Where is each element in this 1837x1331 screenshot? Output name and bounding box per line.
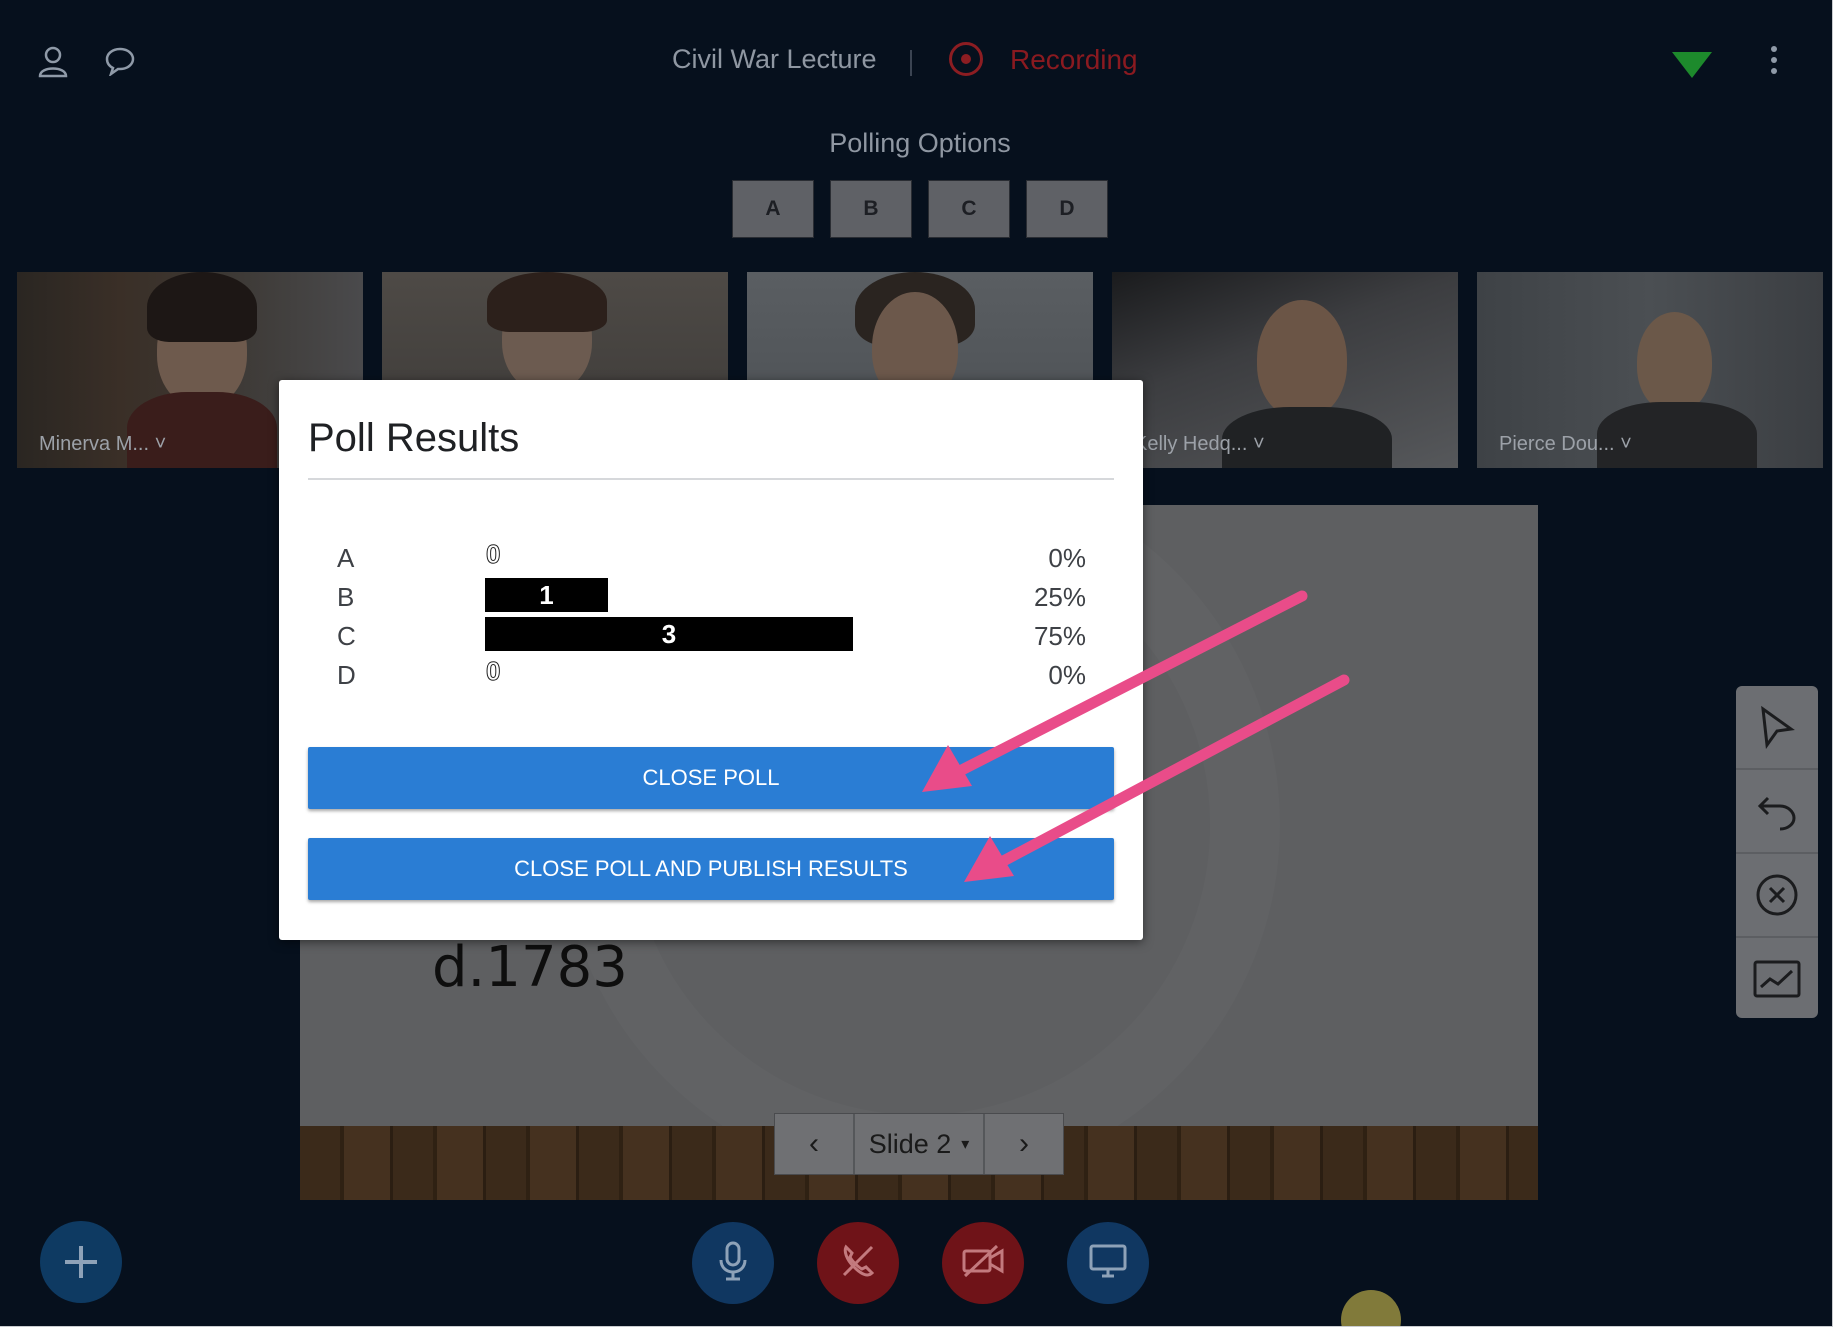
slide-select[interactable]: Slide 2 ▾ xyxy=(853,1114,985,1174)
poll-result-label: C xyxy=(337,621,356,651)
title-divider xyxy=(308,478,1114,480)
record-icon[interactable] xyxy=(949,42,983,76)
title-divider xyxy=(910,50,912,76)
slide-navigation: ‹ Slide 2 ▾ › xyxy=(774,1113,1064,1175)
poll-option-a-button[interactable]: A xyxy=(732,180,814,238)
chat-icon[interactable] xyxy=(104,46,136,81)
poll-option-b-button[interactable]: B xyxy=(830,180,912,238)
poll-result-row: C 3 75% xyxy=(279,617,1143,655)
poll-option-c-button[interactable]: C xyxy=(928,180,1010,238)
participant-name: Pierce Dou... ˅ xyxy=(1499,433,1632,455)
screen-share-icon xyxy=(1088,1243,1128,1284)
user-icon[interactable] xyxy=(36,44,70,83)
status-indicator xyxy=(1341,1290,1401,1326)
poll-result-bar: 3 xyxy=(485,617,853,651)
camera-button[interactable] xyxy=(942,1222,1024,1304)
participant-name: Kelly Hedq... ˅ xyxy=(1134,433,1265,455)
poll-result-percent: 0% xyxy=(1048,543,1086,573)
screen-share-button[interactable] xyxy=(1067,1222,1149,1304)
meeting-title: Civil War Lecture xyxy=(672,44,877,74)
poll-result-label: B xyxy=(337,582,355,612)
poll-result-count: 0 xyxy=(485,656,501,687)
more-vert-icon[interactable] xyxy=(1770,46,1778,79)
slide-text: d.1783 xyxy=(432,935,628,1000)
whiteboard-toolbar xyxy=(1736,686,1818,1018)
poll-option-d-button[interactable]: D xyxy=(1026,180,1108,238)
poll-result-bar: 1 xyxy=(485,578,608,612)
undo-icon[interactable] xyxy=(1736,770,1818,854)
poll-result-label: D xyxy=(337,660,356,690)
pointer-icon[interactable] xyxy=(1736,686,1818,770)
dropdown-caret-icon: ▾ xyxy=(961,1136,970,1153)
close-poll-button[interactable]: CLOSE POLL xyxy=(308,747,1114,809)
wifi-icon xyxy=(1672,46,1712,83)
poll-result-percent: 0% xyxy=(1048,660,1086,690)
microphone-button[interactable] xyxy=(692,1222,774,1304)
camera-off-icon xyxy=(961,1244,1005,1283)
participant-video-tile[interactable]: Pierce Dou... ˅ xyxy=(1477,272,1823,468)
poll-results-dialog: Poll Results A 0 0% B 1 25% C 3 75% D 0 0% CLOSE PO… xyxy=(279,380,1143,940)
dialog-title: Poll Results xyxy=(308,416,520,460)
recording-label[interactable]: Recording xyxy=(1010,44,1138,76)
poll-result-label: A xyxy=(337,543,355,573)
poll-result-row: A 0 0% xyxy=(279,539,1143,577)
poll-result-row: D 0 0% xyxy=(279,656,1143,694)
add-button[interactable] xyxy=(40,1221,122,1303)
hangup-button[interactable] xyxy=(817,1222,899,1304)
participant-video-tile[interactable]: Kelly Hedq... ˅ xyxy=(1112,272,1458,468)
prev-slide-button[interactable]: ‹ xyxy=(775,1114,853,1174)
poll-result-percent: 75% xyxy=(1033,621,1086,651)
polling-options-title: Polling Options xyxy=(829,128,1011,158)
close-poll-and-publish-button[interactable]: CLOSE POLL AND PUBLISH RESULTS xyxy=(308,838,1114,900)
slide-select-label: Slide 2 xyxy=(868,1128,952,1159)
next-slide-button[interactable]: › xyxy=(985,1114,1063,1174)
microphone-icon xyxy=(718,1240,748,1287)
poll-result-count: 0 xyxy=(485,539,501,570)
poll-result-percent: 25% xyxy=(1033,582,1086,612)
hangup-icon xyxy=(838,1241,878,1286)
participant-name: Minerva M... ˅ xyxy=(39,433,167,455)
poll-result-row: B 1 25% xyxy=(279,578,1143,616)
clear-icon[interactable] xyxy=(1736,854,1818,938)
whiteboard-icon[interactable] xyxy=(1736,938,1818,1020)
conference-app: Civil War Lecture Recording Polling Opti… xyxy=(0,0,1833,1327)
